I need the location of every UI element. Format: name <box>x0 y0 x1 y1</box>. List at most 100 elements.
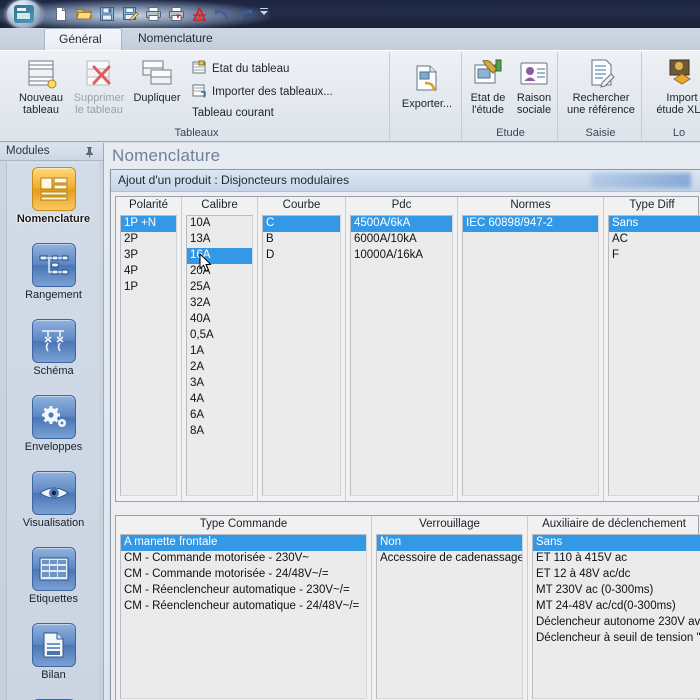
list-item[interactable]: 4A <box>187 392 252 408</box>
list-item[interactable]: Déclencheur autonome 230V avec b <box>533 615 700 631</box>
list-item[interactable]: IEC 60898/947-2 <box>463 216 598 232</box>
export-pdf-icon[interactable] <box>188 3 210 25</box>
ribbon-button-dupliquer[interactable]: Dupliquer <box>126 56 188 104</box>
list-item[interactable]: 4P <box>121 264 176 280</box>
visualisation-icon <box>32 471 76 515</box>
ribbon-button-rechercher-une-reference[interactable]: Rechercher une référence <box>565 56 637 116</box>
list-item[interactable]: 10A <box>187 216 252 232</box>
list-item[interactable]: C <box>263 216 340 232</box>
list-item[interactable]: 20A <box>187 264 252 280</box>
list-item[interactable]: 3P <box>121 248 176 264</box>
sidebar-item-visualisation[interactable]: Visualisation <box>7 467 99 543</box>
list-item[interactable]: 25A <box>187 280 252 296</box>
list-item[interactable]: 2P <box>121 232 176 248</box>
list-item[interactable]: CM - Réenclencheur automatique - 24/48V~… <box>121 599 366 615</box>
list-item[interactable]: D <box>263 248 340 264</box>
list-item[interactable]: A manette frontale <box>121 535 366 551</box>
sidebar-item-label: Nomenclature <box>16 213 91 225</box>
list-item[interactable]: B <box>263 232 340 248</box>
list-item[interactable]: F <box>609 248 700 264</box>
sidebar-item-enveloppes[interactable]: Enveloppes <box>7 391 99 467</box>
list-item[interactable]: ET 12 à 48V ac/dc <box>533 567 700 583</box>
list-item[interactable]: 13A <box>187 232 252 248</box>
sidebar-item-etiquettes[interactable]: Etiquettes <box>7 543 99 619</box>
list-item[interactable]: 3A <box>187 376 252 392</box>
ribbon-button-etat-de-letude[interactable]: Etat de l'étude <box>464 56 512 116</box>
list-item[interactable]: MT 24-48V ac/cd(0-300ms) <box>533 599 700 615</box>
ribbon-button-supprimer-le-tableau[interactable]: Supprimer le tableau <box>68 56 130 116</box>
list-item[interactable]: 6A <box>187 408 252 424</box>
ribbon: Nouveau tableau Supprimer le tableau Dup… <box>0 50 700 172</box>
sidebar-item-rangement[interactable]: Rangement <box>7 239 99 315</box>
sidebar-item-nomenclature[interactable]: Nomenclature <box>7 163 99 239</box>
import-tables-icon <box>192 83 207 101</box>
list-item[interactable]: 32A <box>187 296 252 312</box>
listbox-verrouillage[interactable]: Non Accessoire de cadenassage <box>376 534 523 699</box>
list-item[interactable]: MT 230V ac (0-300ms) <box>533 583 700 599</box>
dialog-title-highlight <box>591 173 691 188</box>
column-normes: Normes IEC 60898/947-2 <box>458 197 604 501</box>
list-item[interactable]: CM - Commande motorisée - 230V~ <box>121 551 366 567</box>
add-product-dialog: Ajout d'un produit : Disjoncteurs modula… <box>110 169 700 700</box>
ribbon-button-raison-sociale[interactable]: Raison sociale <box>510 56 558 116</box>
list-item[interactable]: 4500A/6kA <box>351 216 452 232</box>
list-item[interactable]: 2A <box>187 360 252 376</box>
ribbon-button-exporter[interactable]: Exporter... <box>396 62 458 110</box>
ribbon-button-etat-du-tableau[interactable]: Etat du tableau <box>192 60 289 78</box>
quick-access-overflow-icon[interactable] <box>258 8 270 20</box>
list-item[interactable]: 40A <box>187 312 252 328</box>
ribbon-button-importer-des-tableaux[interactable]: Importer des tableaux... <box>192 83 333 101</box>
save-as-icon[interactable] <box>119 3 141 25</box>
list-item[interactable]: 10000A/16kA <box>351 248 452 264</box>
sidebar-item-schema[interactable]: Schéma <box>7 315 99 391</box>
new-document-icon[interactable] <box>50 3 72 25</box>
sidebar-item-bilan[interactable]: Bilan <box>7 619 99 695</box>
pin-icon[interactable] <box>84 146 95 158</box>
undo-icon[interactable] <box>211 3 233 25</box>
listbox-type-diff[interactable]: Sans AC F <box>608 215 700 496</box>
quick-access-toolbar[interactable] <box>50 2 256 26</box>
list-item[interactable]: 0,5A <box>187 328 252 344</box>
list-item[interactable]: Déclencheur à seuil de tension "POP <box>533 631 700 647</box>
list-item[interactable]: Sans <box>533 535 700 551</box>
list-item[interactable]: 8A <box>187 424 252 440</box>
print-preview-icon[interactable] <box>165 3 187 25</box>
list-item[interactable]: AC <box>609 232 700 248</box>
list-item[interactable]: 1P +N <box>121 216 176 232</box>
list-item[interactable]: CM - Commande motorisée - 24/48V~/= <box>121 567 366 583</box>
list-item[interactable]: 1A <box>187 344 252 360</box>
sidebar-module-list[interactable]: Nomenclature Rangement Schéma Enveloppes… <box>6 162 99 700</box>
redo-icon[interactable] <box>234 3 256 25</box>
title-bar <box>0 0 700 28</box>
list-item[interactable]: Non <box>377 535 522 551</box>
list-item[interactable]: 6000A/10kA <box>351 232 452 248</box>
list-item[interactable]: CM - Réenclencheur automatique - 230V~/= <box>121 583 366 599</box>
list-item[interactable]: Accessoire de cadenassage <box>377 551 522 567</box>
listbox-courbe[interactable]: C B D <box>262 215 341 496</box>
list-item[interactable]: 1P <box>121 280 176 296</box>
ribbon-button-import-etude-xlpro[interactable]: Import étude XLP <box>649 56 700 116</box>
top-criteria-panel: Polarité 1P +N 2P 3P 4P 1P Calibre 10A 1… <box>115 196 700 502</box>
listbox-pdc[interactable]: 4500A/6kA 6000A/10kA 10000A/16kA <box>350 215 453 496</box>
open-folder-icon[interactable] <box>73 3 95 25</box>
study-state-icon <box>464 56 512 92</box>
tab-nomenclature[interactable]: Nomenclature <box>124 28 232 50</box>
tab-general[interactable]: Général <box>44 28 122 50</box>
ribbon-button-supprimer-line1: Supprimer <box>73 92 125 104</box>
listbox-auxiliaire-declenchement[interactable]: Sans ET 110 à 415V ac ET 12 à 48V ac/dc … <box>532 534 700 699</box>
sidebar-item-bilan-affaire[interactable]: Bilan Affaire <box>7 695 99 700</box>
listbox-calibre[interactable]: 10A 13A 16A 20A 25A 32A 40A 0,5A 1A 2A 3… <box>186 215 253 496</box>
list-item[interactable]: Sans <box>609 216 700 232</box>
application-menu-button[interactable] <box>6 0 42 28</box>
listbox-type-commande[interactable]: A manette frontale CM - Commande motoris… <box>120 534 367 699</box>
bottom-criteria-panel: Type Commande A manette frontale CM - Co… <box>115 515 700 700</box>
ribbon-button-nouveau-tableau[interactable]: Nouveau tableau <box>10 56 72 116</box>
save-icon[interactable] <box>96 3 118 25</box>
ribbon-button-rechercher-line1: Rechercher <box>572 92 630 104</box>
listbox-normes[interactable]: IEC 60898/947-2 <box>462 215 599 496</box>
listbox-polarite[interactable]: 1P +N 2P 3P 4P 1P <box>120 215 177 496</box>
list-item[interactable]: 16A <box>187 248 252 264</box>
print-icon[interactable] <box>142 3 164 25</box>
column-header: Pdc <box>391 199 412 211</box>
list-item[interactable]: ET 110 à 415V ac <box>533 551 700 567</box>
